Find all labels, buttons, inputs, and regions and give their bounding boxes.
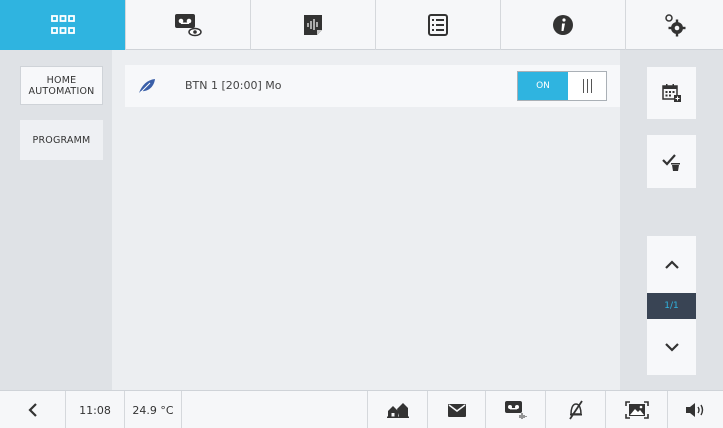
grid-apps-icon [50, 15, 75, 34]
toggle-grip-icon [568, 72, 606, 100]
add-program-button[interactable] [647, 67, 696, 119]
clock: 11:08 [66, 391, 125, 428]
back-button[interactable] [0, 391, 66, 428]
calendar-add-icon [661, 84, 681, 102]
delete-selected-button[interactable] [647, 135, 696, 188]
check-delete-icon [661, 153, 680, 171]
gallery-button[interactable] [606, 391, 668, 428]
speaker-volume-icon [685, 403, 703, 417]
scroll-down-button[interactable] [647, 319, 696, 375]
settings-gears-icon [664, 14, 685, 37]
tab-home-apps[interactable] [0, 0, 126, 50]
on-off-toggle[interactable]: ON [517, 71, 607, 101]
chevron-down-icon [664, 342, 679, 352]
sidebar-item-home-automation[interactable]: HOME AUTOMATION [20, 66, 103, 105]
tab-settings[interactable] [626, 0, 723, 50]
right-sidebar: 1/1 [620, 50, 723, 390]
info-icon [553, 15, 573, 35]
sidebar-item-programm[interactable]: PROGRAMM [20, 120, 103, 160]
intercom-memo-button[interactable] [486, 391, 546, 428]
chevron-up-icon [664, 260, 679, 269]
bottom-status-bar: 11:08 24.9 °C [0, 390, 723, 428]
mute-ringer-button[interactable] [546, 391, 606, 428]
leaf-icon [138, 78, 156, 99]
houses-icon [386, 403, 409, 418]
voice-memo-icon [304, 15, 322, 35]
temperature-value: 24.9 °C [132, 403, 174, 417]
list-icon [428, 14, 448, 36]
tab-intercom[interactable] [126, 0, 251, 50]
program-label: BTN 1 [20:00] Mo [185, 79, 282, 92]
home-away-button[interactable] [368, 391, 428, 428]
tab-info[interactable] [501, 0, 626, 50]
envelope-icon [447, 403, 466, 417]
temperature: 24.9 °C [125, 391, 182, 428]
tab-list[interactable] [376, 0, 501, 50]
sidebar-item-label-line2: AUTOMATION [28, 85, 95, 97]
time-value: 11:08 [79, 403, 111, 417]
intercom-memo-icon [504, 401, 526, 419]
left-sidebar: HOME AUTOMATION PROGRAMM [0, 50, 112, 390]
chevron-left-icon [27, 403, 37, 417]
sidebar-item-label: PROGRAMM [32, 134, 91, 146]
messages-button[interactable] [428, 391, 486, 428]
top-tab-bar [0, 0, 723, 50]
bell-muted-icon [568, 400, 583, 420]
toggle-on-label: ON [518, 72, 568, 100]
sidebar-item-label-line1: HOME [46, 74, 77, 86]
screen: HOME AUTOMATION PROGRAMM BTN 1 [20:00] M… [0, 0, 723, 428]
tab-voice-memo[interactable] [251, 0, 376, 50]
program-list-item[interactable]: BTN 1 [20:00] Mo ON [125, 65, 620, 107]
page-indicator: 1/1 [647, 293, 696, 319]
picture-frame-icon [624, 401, 649, 419]
volume-button[interactable] [668, 391, 723, 428]
intercom-camera-icon [175, 14, 202, 37]
main-content: BTN 1 [20:00] Mo ON [112, 50, 620, 390]
status-spacer [182, 391, 368, 428]
scroll-up-button[interactable] [647, 236, 696, 293]
